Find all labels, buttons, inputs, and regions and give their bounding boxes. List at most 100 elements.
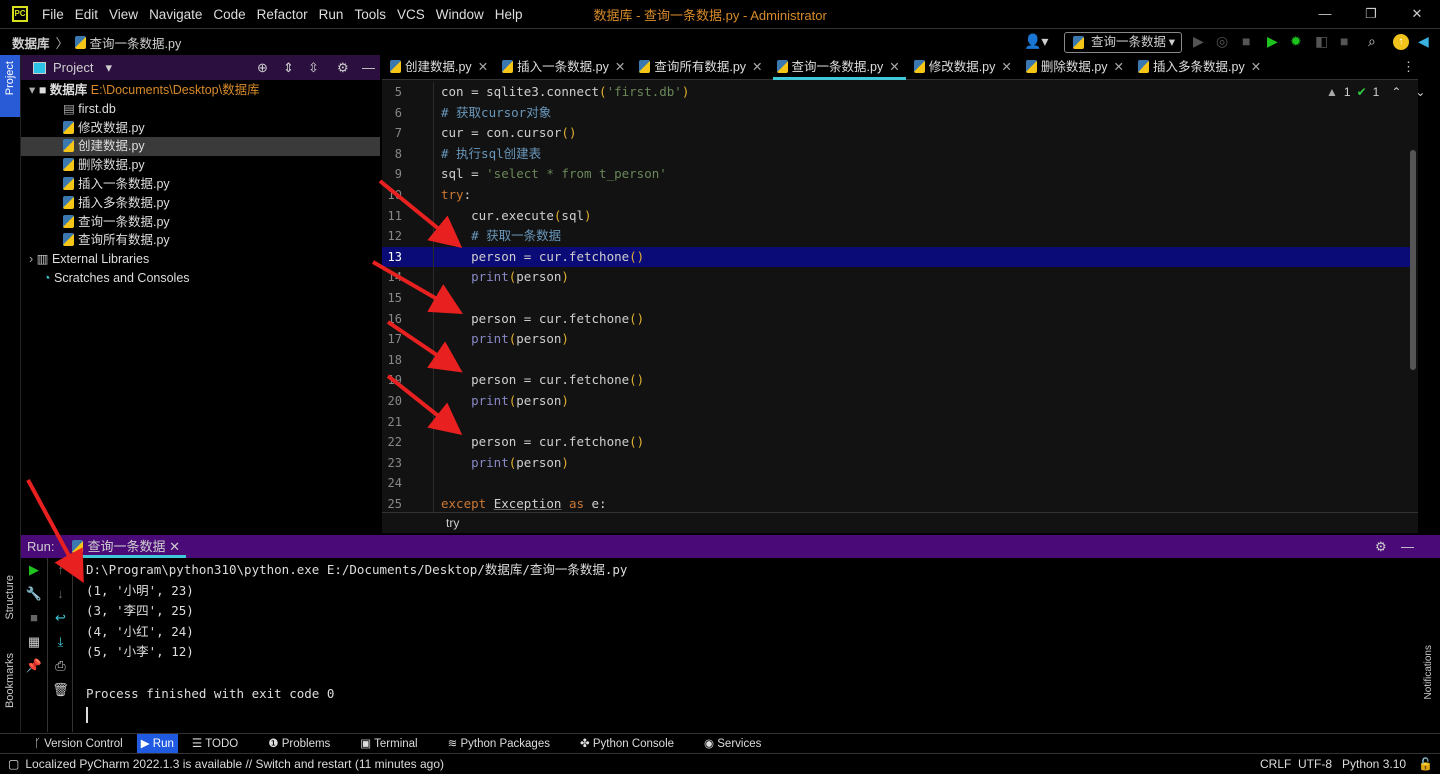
console-output[interactable]: D:\Program\python310\python.exe E:/Docum… (86, 560, 627, 725)
menu-code[interactable]: Code (213, 7, 245, 22)
run-config-select[interactable]: 查询一条数据▾ (1064, 32, 1182, 53)
menu-run[interactable]: Run (319, 7, 344, 22)
menu-help[interactable]: Help (495, 7, 523, 22)
menu-refactor[interactable]: Refactor (257, 7, 308, 22)
editor-tab[interactable]: 插入多条数据.py✕ (1138, 55, 1261, 80)
expand-all-icon[interactable]: ⇕ (283, 60, 294, 76)
next-highlight-icon[interactable]: ⌄ (1415, 85, 1425, 99)
menu-tools[interactable]: Tools (354, 7, 386, 22)
menu-navigate[interactable]: Navigate (149, 7, 202, 22)
tree-scratches[interactable]: ◔ Scratches and Consoles (21, 269, 380, 288)
stop-icon[interactable]: ■ (1242, 33, 1250, 49)
breadcrumb-project[interactable]: 数据库 (12, 33, 50, 52)
tool-python-packages[interactable]: ≋ Python Packages (444, 734, 554, 754)
tree-root[interactable]: ▾ ■ 数据库 E:\Documents\Desktop\数据库 (21, 81, 380, 100)
menu-vcs[interactable]: VCS (397, 7, 425, 22)
tool-todo[interactable]: ☰ TODO (188, 734, 242, 754)
tree-file[interactable]: 修改数据.py (21, 119, 380, 138)
tree-file[interactable]: 查询所有数据.py (21, 231, 380, 250)
code-editor[interactable]: 创建数据.py✕ 插入一条数据.py✕ 查询所有数据.py✕ 查询一条数据.py✕ 修改… (382, 55, 1418, 533)
close-icon[interactable]: ✕ (615, 60, 625, 74)
tool-run[interactable]: ▶ Run (137, 734, 178, 754)
user-icon[interactable]: 👤▾ (1024, 33, 1048, 50)
tool-version-control[interactable]: ᚴ Version Control (30, 734, 127, 754)
editor-tab[interactable]: 创建数据.py✕ (390, 55, 488, 80)
soft-wrap-icon[interactable]: ↩ (49, 606, 72, 630)
pin-icon[interactable]: 📌 (21, 654, 47, 678)
editor-tab[interactable]: 删除数据.py✕ (1026, 55, 1124, 80)
tool-services[interactable]: ◉ Services (700, 734, 765, 754)
notifications-tool-button[interactable]: Notifications (1423, 645, 1434, 699)
locate-icon[interactable]: ⊕ (257, 60, 268, 76)
close-icon[interactable]: ✕ (1251, 60, 1261, 74)
editor-tab[interactable]: 修改数据.py✕ (914, 55, 1012, 80)
chevron-down-icon[interactable]: ▾ (105, 60, 112, 76)
update-icon[interactable]: ↑ (1393, 34, 1409, 50)
hide-icon[interactable]: — (362, 60, 375, 75)
print-icon[interactable]: ⎙ (49, 654, 72, 678)
tree-file-selected[interactable]: 创建数据.py (21, 137, 380, 156)
editor-tab[interactable]: 插入一条数据.py✕ (502, 55, 625, 80)
editor-scrollbar[interactable] (1410, 150, 1416, 370)
run-icon-disabled[interactable]: ▶ (1193, 33, 1204, 50)
python-interpreter[interactable]: Python 3.10 (1342, 754, 1406, 774)
coverage-icon[interactable]: ◎ (1216, 33, 1228, 50)
run-icon[interactable]: ▶ (1267, 33, 1278, 50)
structure-tool-button[interactable]: Structure (4, 575, 16, 620)
tree-file[interactable]: 删除数据.py (21, 156, 380, 175)
tree-file[interactable]: 插入多条数据.py (21, 194, 380, 213)
restore-button[interactable]: ❐ (1348, 0, 1394, 28)
close-icon[interactable]: ✕ (1114, 60, 1124, 74)
code-token: 'select * from t_person' (486, 166, 667, 181)
file-encoding[interactable]: UTF-8 (1298, 754, 1332, 774)
debug-icon[interactable]: ✹ (1290, 33, 1302, 50)
close-icon[interactable]: ✕ (752, 60, 762, 74)
tool-terminal[interactable]: ▣ Terminal (356, 734, 421, 754)
hide-icon[interactable]: — (1401, 539, 1414, 554)
tree-file[interactable]: ▤ first.db (21, 100, 380, 119)
close-icon[interactable]: ✕ (169, 539, 180, 554)
arrow-down-icon[interactable]: ↓ (49, 582, 72, 606)
line-separator[interactable]: CRLF (1260, 754, 1291, 774)
project-view-title[interactable]: Project (53, 60, 93, 75)
bookmarks-tool-button[interactable]: Bookmarks (4, 653, 16, 708)
tree-file[interactable]: 查询一条数据.py (21, 213, 380, 232)
rerun-icon[interactable]: ▶ (21, 558, 47, 582)
stop-icon[interactable]: ■ (21, 606, 47, 630)
tool-problems[interactable]: ❶ Problems (264, 734, 334, 754)
status-message[interactable]: Localized PyCharm 2022.1.3 is available … (25, 757, 444, 771)
menu-window[interactable]: Window (436, 7, 484, 22)
editor-tab[interactable]: 查询一条数据.py✕ (777, 55, 900, 80)
menu-view[interactable]: View (109, 7, 138, 22)
close-icon[interactable]: ✕ (1001, 60, 1011, 74)
gear-icon[interactable]: ⚙ (1375, 539, 1387, 555)
tree-external-libraries[interactable]: › ▥ External Libraries (21, 250, 380, 269)
editor-breadcrumb[interactable]: try (382, 512, 1418, 533)
run-tab[interactable]: 查询一条数据 ✕ (72, 535, 186, 558)
layout-icon[interactable]: ▦ (21, 630, 47, 654)
gear-icon[interactable]: ⚙ (337, 60, 349, 76)
minimize-button[interactable]: — (1302, 0, 1348, 28)
collapse-all-icon[interactable]: ⇳ (308, 60, 319, 76)
menu-file[interactable]: File (42, 7, 64, 22)
close-icon[interactable]: ✕ (889, 60, 899, 74)
editor-tab[interactable]: 查询所有数据.py✕ (639, 55, 762, 80)
profile-icon[interactable]: ◧ (1315, 33, 1328, 50)
trash-icon[interactable]: 🗑 (49, 678, 72, 702)
project-tool-button[interactable]: Project (4, 61, 16, 95)
more-tabs-icon[interactable]: ⋮ (1402, 59, 1415, 75)
lock-icon[interactable]: 🔓 (1418, 754, 1433, 774)
arrow-up-icon[interactable]: ↑ (49, 558, 72, 582)
breadcrumb-file[interactable]: 查询一条数据.py (90, 33, 182, 52)
close-icon[interactable]: ✕ (478, 60, 488, 74)
tree-file[interactable]: 插入一条数据.py (21, 175, 380, 194)
code-area[interactable]: 5con = sqlite3.connect('first.db')6# 获取c… (382, 82, 1410, 512)
scroll-to-end-icon[interactable]: ⤓ (49, 630, 72, 654)
wrench-icon[interactable]: 🔧 (21, 582, 47, 606)
tool-python-console[interactable]: ✤ Python Console (576, 734, 678, 754)
stop-all-icon[interactable]: ■ (1340, 33, 1348, 49)
close-button[interactable]: ✕ (1394, 0, 1440, 28)
search-icon[interactable]: ⌕ (1368, 33, 1376, 50)
menu-edit[interactable]: Edit (75, 7, 98, 22)
jetbrains-icon[interactable]: ◀ (1418, 33, 1429, 50)
